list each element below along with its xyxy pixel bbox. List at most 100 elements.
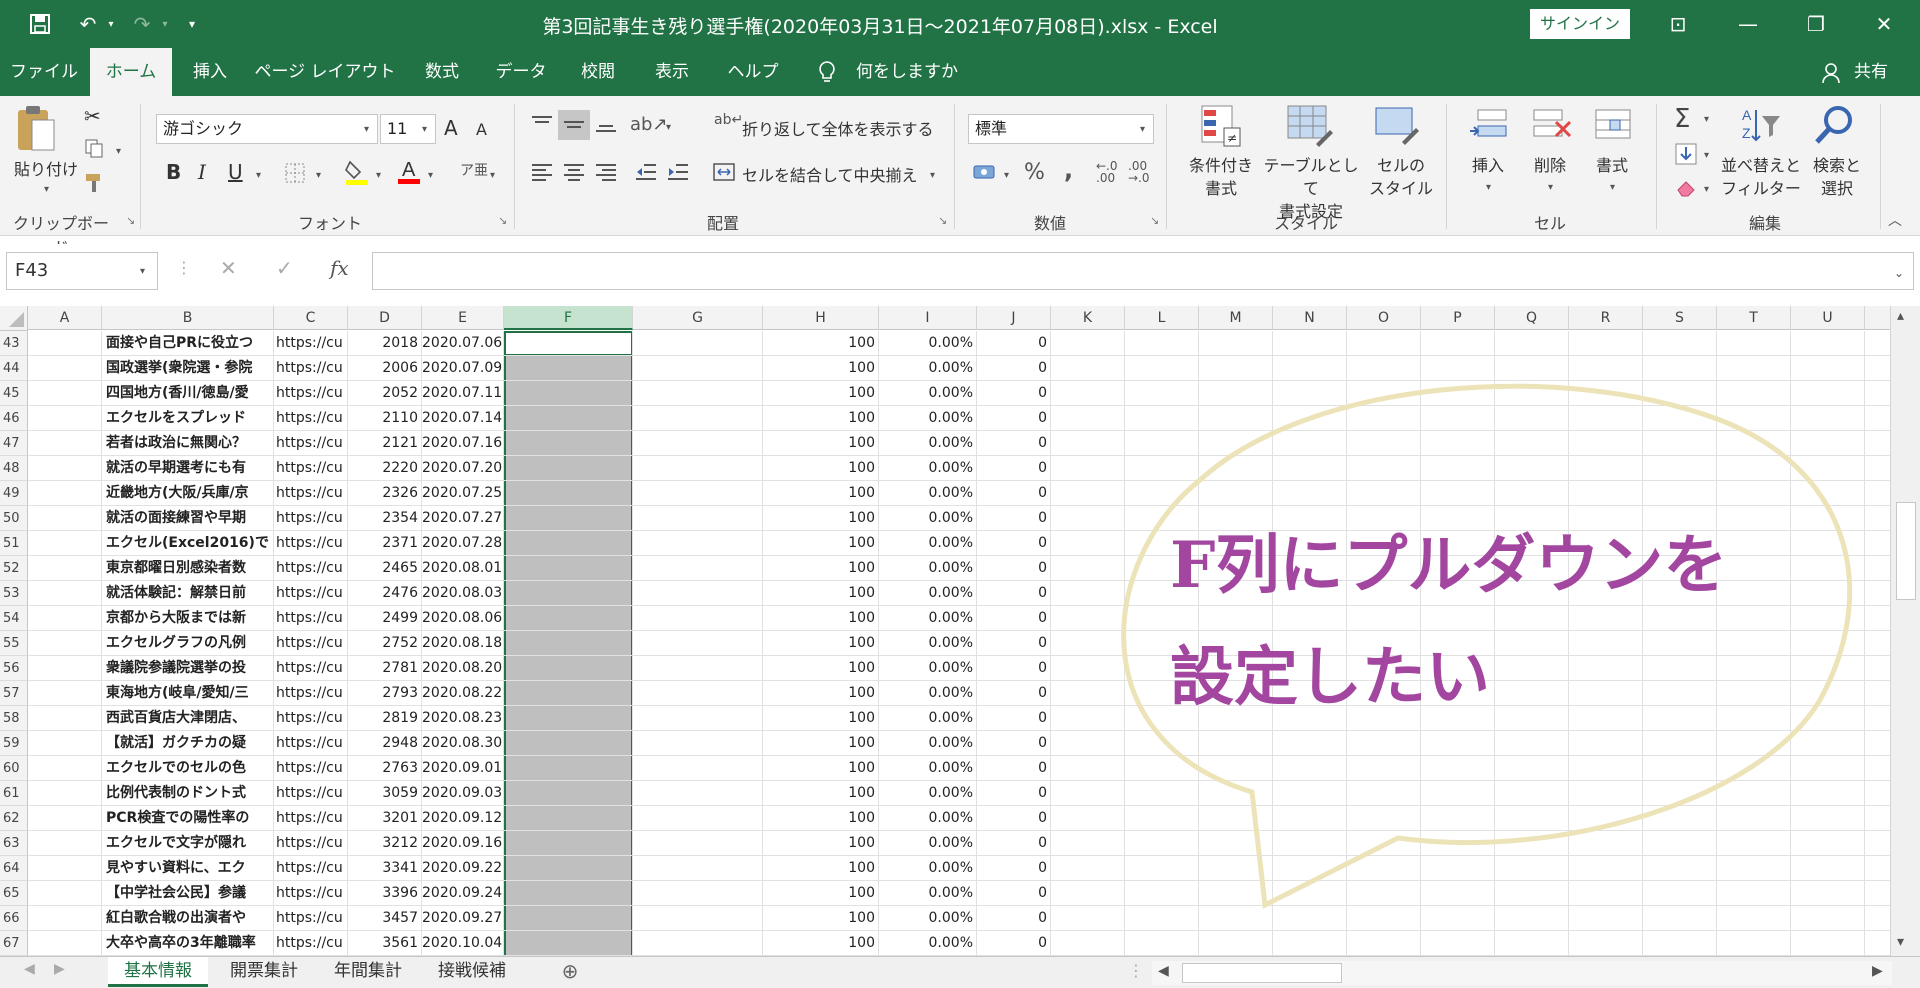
cell-count[interactable]: 0 <box>977 431 1050 455</box>
scroll-sheets-left-icon[interactable]: ◀ <box>24 961 35 977</box>
formula-bar-splitter[interactable]: ⋮ <box>176 258 192 277</box>
format-painter-icon[interactable] <box>84 172 106 198</box>
cell-url[interactable]: https://cu <box>274 456 347 480</box>
scroll-left-icon[interactable]: ◀ <box>1158 963 1169 979</box>
cell-url[interactable]: https://cu <box>274 606 347 630</box>
column-header-e[interactable]: E <box>422 306 504 330</box>
cell-score[interactable]: 100 <box>763 756 878 780</box>
cell-count[interactable]: 0 <box>977 731 1050 755</box>
cell-views[interactable]: 3561 <box>348 931 421 955</box>
row-header-57[interactable]: 57 <box>0 681 28 706</box>
cell-url[interactable]: https://cu <box>274 356 347 380</box>
cell-date[interactable]: 2020.07.09 <box>422 356 503 380</box>
row-header-47[interactable]: 47 <box>0 431 28 456</box>
find-select-icon[interactable] <box>1812 104 1856 152</box>
name-box[interactable]: F43 <box>6 252 158 290</box>
column-header-s[interactable]: S <box>1643 306 1717 330</box>
cell-title[interactable]: 【就活】ガクチカの疑 <box>102 731 273 755</box>
cell-score[interactable]: 100 <box>763 631 878 655</box>
cell-views[interactable]: 2781 <box>348 656 421 680</box>
cell-rate[interactable]: 0.00% <box>879 681 976 705</box>
sheet-tab-annual[interactable]: 年間集計 <box>318 957 418 987</box>
conditional-formatting-button[interactable]: 条件付き 書式 <box>1178 154 1264 200</box>
expand-formula-bar-icon[interactable]: ⌄ <box>1894 266 1904 280</box>
customize-qat-icon[interactable]: ▾ <box>180 8 204 40</box>
sheet-tab-vote-count[interactable]: 開票集計 <box>214 957 314 987</box>
cell-rate[interactable]: 0.00% <box>879 431 976 455</box>
column-header-l[interactable]: L <box>1125 306 1199 330</box>
borders-dropdown-icon[interactable]: ▾ <box>316 170 321 181</box>
row-header-43[interactable]: 43 <box>0 331 28 356</box>
clipboard-launcher-icon[interactable]: ↘ <box>126 214 135 227</box>
paste-dropdown-icon[interactable]: ▾ <box>44 184 49 195</box>
cell-count[interactable]: 0 <box>977 381 1050 405</box>
tab-page-layout[interactable]: ページ レイアウト <box>250 48 400 96</box>
cell-score[interactable]: 100 <box>763 581 878 605</box>
cell-rate[interactable]: 0.00% <box>879 481 976 505</box>
tab-home[interactable]: ホーム <box>90 48 172 96</box>
cell-score[interactable]: 100 <box>763 706 878 730</box>
italic-button[interactable]: I <box>198 160 206 184</box>
horizontal-scroll-thumb[interactable] <box>1182 963 1342 983</box>
cell-score[interactable]: 100 <box>763 481 878 505</box>
delete-cells-dropdown-icon[interactable]: ▾ <box>1548 182 1553 193</box>
cell-date[interactable]: 2020.08.18 <box>422 631 503 655</box>
cell-score[interactable]: 100 <box>763 506 878 530</box>
cell-url[interactable]: https://cu <box>274 781 347 805</box>
row-header-65[interactable]: 65 <box>0 881 28 906</box>
insert-function-icon[interactable]: fx <box>330 256 349 280</box>
lightbulb-icon[interactable] <box>812 48 842 96</box>
cell-rate[interactable]: 0.00% <box>879 406 976 430</box>
row-header-56[interactable]: 56 <box>0 656 28 681</box>
cell-date[interactable]: 2020.07.11 <box>422 381 503 405</box>
cell-date[interactable]: 2020.09.01 <box>422 756 503 780</box>
cell-views[interactable]: 2371 <box>348 531 421 555</box>
cell-score[interactable]: 100 <box>763 431 878 455</box>
alignment-launcher-icon[interactable]: ↘ <box>938 214 947 227</box>
restore-icon[interactable]: ❐ <box>1794 8 1838 40</box>
format-as-table-icon[interactable] <box>1286 104 1334 152</box>
cell-score[interactable]: 100 <box>763 556 878 580</box>
cell-url[interactable]: https://cu <box>274 806 347 830</box>
redo-icon[interactable]: ↷ <box>124 8 160 40</box>
bold-button[interactable]: B <box>166 160 181 184</box>
delete-cells-button[interactable]: 削除 <box>1522 154 1578 177</box>
align-right-icon[interactable] <box>594 162 618 186</box>
cell-date[interactable]: 2020.09.24 <box>422 881 503 905</box>
cell-rate[interactable]: 0.00% <box>879 906 976 930</box>
orientation-icon[interactable]: ab↗ <box>630 114 668 135</box>
clear-dropdown-icon[interactable]: ▾ <box>1704 184 1709 195</box>
row-header-67[interactable]: 67 <box>0 931 28 956</box>
cell-rate[interactable]: 0.00% <box>879 556 976 580</box>
cell-count[interactable]: 0 <box>977 931 1050 955</box>
cell-url[interactable]: https://cu <box>274 581 347 605</box>
cell-score[interactable]: 100 <box>763 356 878 380</box>
column-header-d[interactable]: D <box>348 306 422 330</box>
cell-score[interactable]: 100 <box>763 831 878 855</box>
cell-score[interactable]: 100 <box>763 906 878 930</box>
column-header-q[interactable]: Q <box>1495 306 1569 330</box>
cell-views[interactable]: 3201 <box>348 806 421 830</box>
cell-date[interactable]: 2020.07.27 <box>422 506 503 530</box>
tab-review[interactable]: 校閲 <box>566 48 630 96</box>
cell-score[interactable]: 100 <box>763 656 878 680</box>
name-box-dropdown-icon[interactable]: ▾ <box>140 266 145 277</box>
user-icon[interactable] <box>1818 48 1844 96</box>
fill-color-icon[interactable] <box>344 158 370 190</box>
enter-icon[interactable]: ✓ <box>276 256 293 280</box>
cell-title[interactable]: 面接や自己PRに役立つ <box>102 331 273 355</box>
cell-date[interactable]: 2020.08.22 <box>422 681 503 705</box>
cell-views[interactable]: 3212 <box>348 831 421 855</box>
percent-button[interactable]: % <box>1024 160 1045 185</box>
cell-score[interactable]: 100 <box>763 381 878 405</box>
cell-count[interactable]: 0 <box>977 806 1050 830</box>
cell-count[interactable]: 0 <box>977 531 1050 555</box>
cell-rate[interactable]: 0.00% <box>879 781 976 805</box>
cell-title[interactable]: 就活の面接練習や早期 <box>102 506 273 530</box>
cell-date[interactable]: 2020.08.23 <box>422 706 503 730</box>
cell-date[interactable]: 2020.07.20 <box>422 456 503 480</box>
paste-icon[interactable] <box>14 104 58 160</box>
column-header-f[interactable]: F <box>504 306 633 330</box>
cell-url[interactable]: https://cu <box>274 881 347 905</box>
row-header-66[interactable]: 66 <box>0 906 28 931</box>
